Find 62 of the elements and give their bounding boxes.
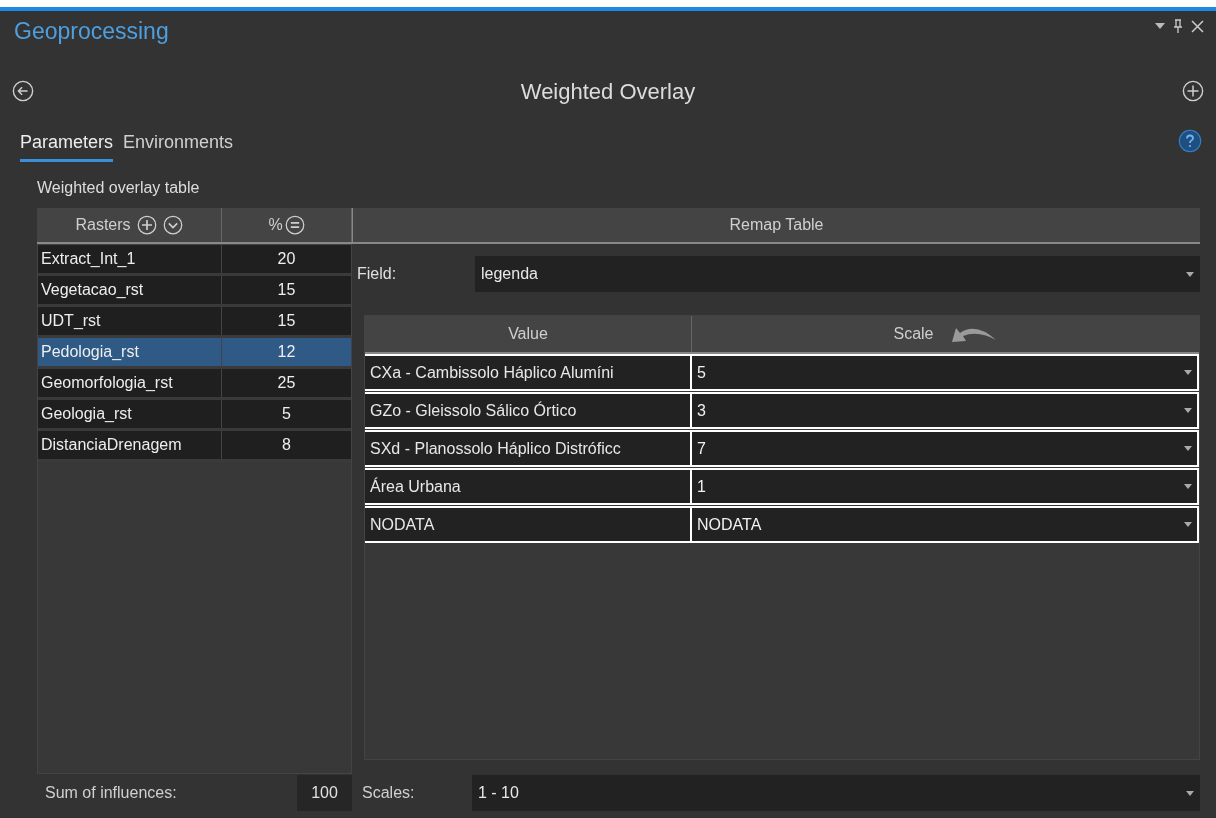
percent-label: % xyxy=(268,215,283,235)
sum-value: 100 xyxy=(297,775,352,811)
equals-icon[interactable] xyxy=(284,215,305,235)
raster-row[interactable]: Pedologia_rst 12 xyxy=(38,338,351,369)
dropdown-caret-icon xyxy=(1184,408,1192,413)
influence-value: 8 xyxy=(281,435,292,455)
dropdown-caret-icon xyxy=(1184,484,1192,489)
sum-label: Sum of influences: xyxy=(44,783,178,803)
scale-dropdown[interactable]: 1 xyxy=(692,470,1197,503)
influence-value: 20 xyxy=(276,249,297,269)
raster-name: Extract_Int_1 xyxy=(38,245,222,273)
value-label: Value xyxy=(508,324,548,344)
value-cell: SXd - Planossolo Háplico Distróficc xyxy=(365,432,690,465)
raster-row[interactable]: Extract_Int_1 20 xyxy=(38,245,351,276)
tab[interactable]: Environments xyxy=(123,129,234,162)
scales-dropdown[interactable]: 1 - 10 xyxy=(472,775,1200,811)
dropdown-caret-icon[interactable] xyxy=(1155,23,1165,29)
raster-row[interactable]: Geomorfologia_rst 25 xyxy=(38,369,351,400)
value-cell: CXa - Cambissolo Háplico Alumíni xyxy=(365,356,690,389)
raster-row[interactable]: Vegetacao_rst 15 xyxy=(38,276,351,307)
influence-value: 12 xyxy=(276,342,297,362)
field-label: Field: xyxy=(357,264,398,284)
pin-icon[interactable] xyxy=(1173,19,1183,33)
scales-label: Scales: xyxy=(361,783,416,803)
tab[interactable]: Parameters xyxy=(20,129,114,162)
scale-dropdown[interactable]: NODATA xyxy=(692,508,1197,541)
close-icon[interactable] xyxy=(1191,19,1204,33)
value-cell: NODATA xyxy=(365,508,690,541)
dropdown-caret-icon xyxy=(1184,370,1192,375)
raster-name: DistanciaDrenagem xyxy=(38,431,222,459)
value-cell: Área Urbana xyxy=(365,470,690,503)
raster-name: Vegetacao_rst xyxy=(38,276,222,304)
raster-name: UDT_rst xyxy=(38,307,222,335)
remap-table-title: Remap Table xyxy=(729,215,824,235)
dropdown-caret-icon xyxy=(1184,446,1192,451)
raster-row[interactable]: DistanciaDrenagem 8 xyxy=(38,431,351,462)
dropdown-caret-icon xyxy=(1184,522,1192,527)
section-label: Weighted overlay table xyxy=(37,178,200,198)
scale-dropdown[interactable]: 3 xyxy=(692,394,1197,427)
rasters-label: Rasters xyxy=(75,215,131,235)
help-icon[interactable] xyxy=(1178,129,1202,153)
influence-value: 15 xyxy=(276,311,297,331)
influence-value: 5 xyxy=(281,404,292,424)
tool-title: Weighted Overlay xyxy=(520,77,696,106)
scale-dropdown[interactable]: 5 xyxy=(692,356,1197,389)
chevron-down-icon[interactable] xyxy=(162,215,183,235)
raster-name: Geologia_rst xyxy=(38,400,222,428)
raster-row[interactable]: Geologia_rst 5 xyxy=(38,400,351,431)
influence-value: 15 xyxy=(276,280,297,300)
scale-dropdown[interactable]: 7 xyxy=(692,432,1197,465)
field-dropdown[interactable]: legenda xyxy=(475,256,1200,292)
raster-name: Pedologia_rst xyxy=(38,338,222,366)
dropdown-caret-icon xyxy=(1186,271,1194,277)
panel-title: Geoprocessing xyxy=(14,16,169,46)
add-icon[interactable] xyxy=(136,215,157,235)
raster-row[interactable]: UDT_rst 15 xyxy=(38,307,351,338)
add-icon[interactable] xyxy=(1182,80,1204,102)
influence-value: 25 xyxy=(276,373,297,393)
value-cell: GZo - Gleissolo Sálico Órtico xyxy=(365,394,690,427)
scale-label: Scale xyxy=(893,324,934,344)
raster-name: Geomorfologia_rst xyxy=(38,369,222,397)
dropdown-caret-icon xyxy=(1186,790,1194,796)
